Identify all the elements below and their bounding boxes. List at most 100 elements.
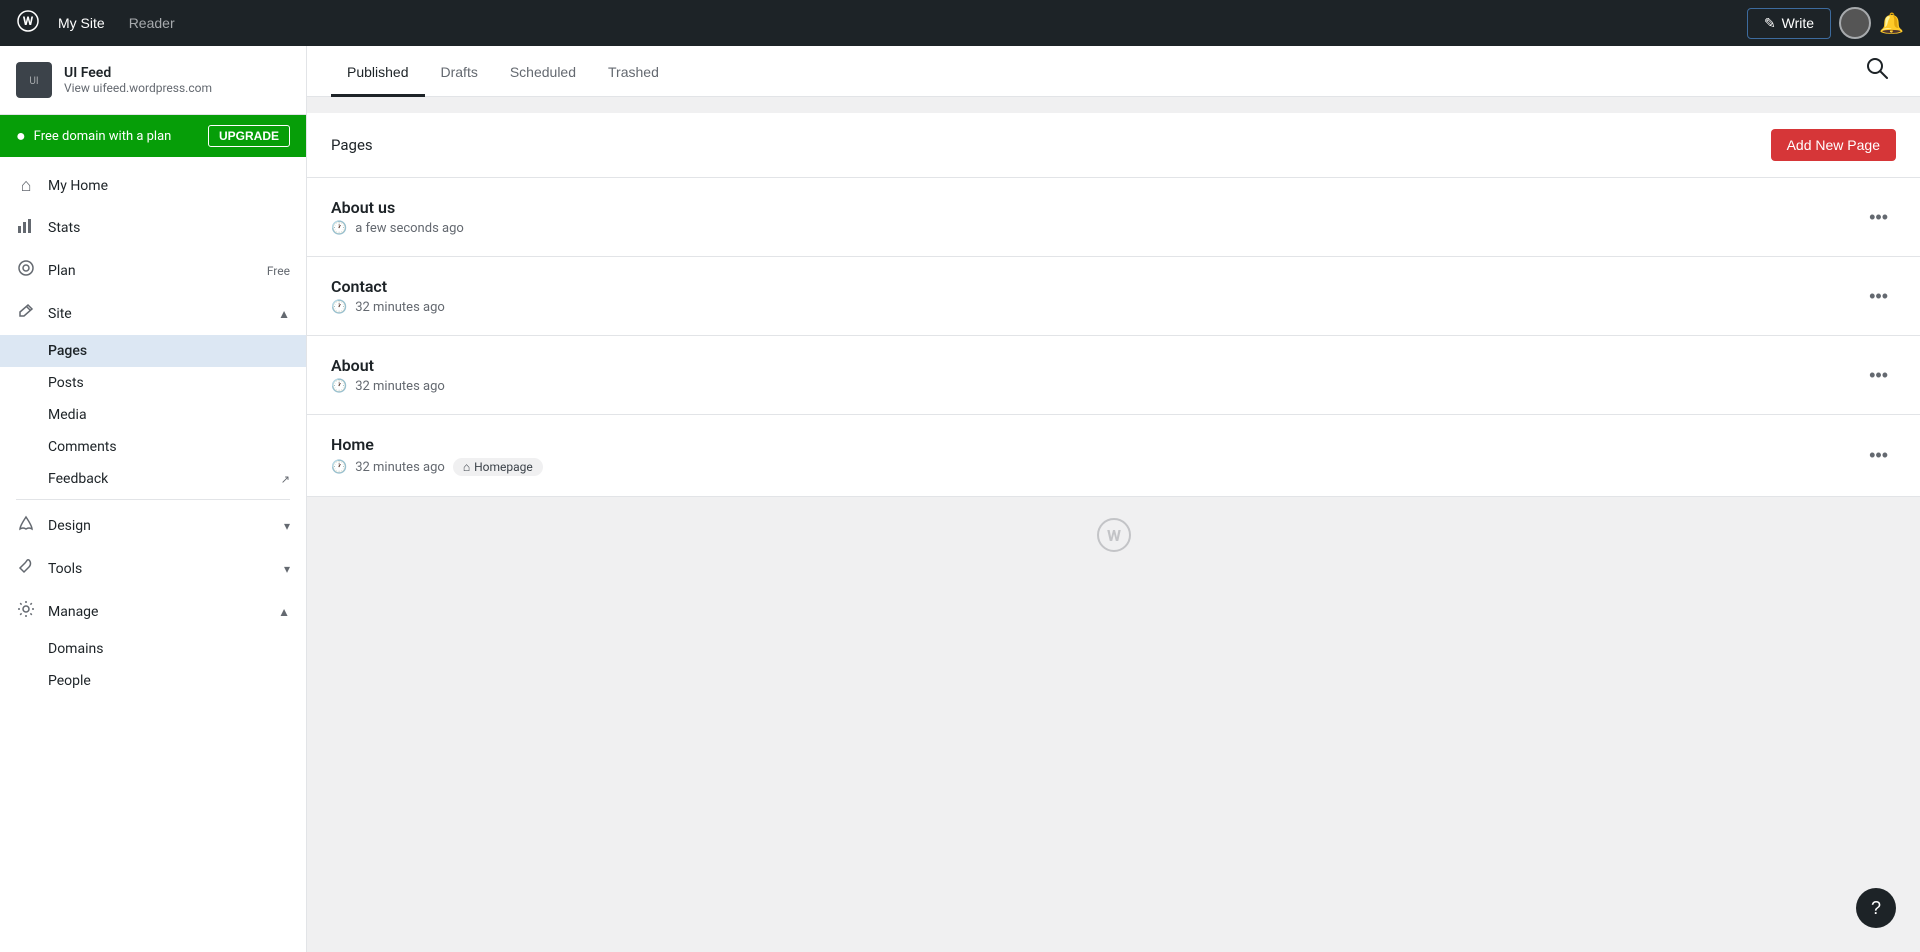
page-info: Contact 🕐 32 minutes ago [331, 277, 445, 315]
manage-chevron-icon: ▲ [278, 605, 290, 619]
external-link-icon: ↗ [281, 473, 290, 486]
sidebar-item-feedback[interactable]: Feedback ↗ [0, 463, 306, 495]
sidebar-item-comments-label: Comments [48, 439, 117, 455]
add-new-page-button[interactable]: Add New Page [1771, 129, 1896, 161]
sidebar-item-tools-label: Tools [48, 561, 272, 577]
table-row: Contact 🕐 32 minutes ago ••• [307, 257, 1920, 336]
page-info: Home 🕐 32 minutes ago ⌂ Homepage [331, 435, 543, 476]
table-row: Home 🕐 32 minutes ago ⌂ Homepage ••• [307, 415, 1920, 497]
site-edit-icon [16, 302, 36, 325]
tab-scheduled[interactable]: Scheduled [494, 46, 592, 97]
page-name: Home [331, 435, 543, 454]
home-icon: ⌂ [16, 175, 36, 196]
plan-icon [16, 259, 36, 282]
sidebar-item-domains[interactable]: Domains [0, 633, 306, 665]
manage-icon [16, 600, 36, 623]
wordpress-logo-icon: W [16, 9, 40, 38]
site-chevron-icon: ▲ [278, 307, 290, 321]
design-icon [16, 514, 36, 537]
sidebar-item-manage-label: Manage [48, 604, 266, 620]
page-time: a few seconds ago [355, 221, 464, 236]
design-chevron-icon: ▾ [284, 519, 290, 533]
page-meta: 🕐 32 minutes ago ⌂ Homepage [331, 458, 543, 476]
notifications-button[interactable]: 🔔 [1879, 11, 1904, 36]
sidebar-item-site[interactable]: Site ▲ [0, 292, 306, 335]
sidebar-item-posts[interactable]: Posts [0, 367, 306, 399]
wordpress-footer-logo: W [1096, 517, 1132, 561]
divider [16, 499, 290, 500]
page-more-button[interactable]: ••• [1861, 203, 1896, 232]
page-time: 32 minutes ago [355, 379, 445, 394]
sidebar-item-stats[interactable]: Stats [0, 206, 306, 249]
svg-text:W: W [23, 14, 34, 28]
reader-nav-btn[interactable]: Reader [119, 11, 185, 35]
sidebar-item-feedback-label: Feedback [48, 471, 108, 487]
upgrade-banner[interactable]: ● Free domain with a plan UPGRADE [0, 115, 306, 157]
help-button[interactable]: ? [1856, 888, 1896, 928]
pages-title: Pages [331, 136, 373, 154]
write-button[interactable]: ✎ Write [1747, 8, 1831, 39]
user-avatar[interactable] [1839, 7, 1871, 39]
page-more-button[interactable]: ••• [1861, 441, 1896, 470]
pages-header: Pages Add New Page [307, 113, 1920, 178]
sidebar-item-plan-badge: Free [267, 264, 290, 278]
sidebar-item-site-label: Site [48, 306, 266, 322]
top-nav-left: W My Site Reader [16, 9, 185, 38]
sidebar-item-my-home[interactable]: ⌂ My Home [0, 165, 306, 206]
page-info: About 🕐 32 minutes ago [331, 356, 445, 394]
sidebar-item-comments[interactable]: Comments [0, 431, 306, 463]
tab-trashed[interactable]: Trashed [592, 46, 675, 97]
tab-published[interactable]: Published [331, 46, 425, 97]
sidebar-item-stats-label: Stats [48, 220, 290, 236]
site-info: UI Feed View uifeed.wordpress.com [64, 65, 212, 95]
top-nav: W My Site Reader ✎ Write 🔔 [0, 0, 1920, 46]
clock-icon: 🕐 [331, 460, 347, 475]
sidebar-item-people[interactable]: People [0, 665, 306, 697]
sidebar-item-tools[interactable]: Tools ▾ [0, 547, 306, 590]
pages-section: Pages Add New Page About us 🕐 a few seco… [307, 113, 1920, 497]
sidebar-item-media[interactable]: Media [0, 399, 306, 431]
sidebar: UI UI Feed View uifeed.wordpress.com ● F… [0, 46, 307, 952]
wp-footer: W [307, 497, 1920, 581]
sidebar-item-plan-label: Plan [48, 263, 255, 279]
sidebar-item-domains-label: Domains [48, 641, 103, 657]
sidebar-item-design[interactable]: Design ▾ [0, 504, 306, 547]
sidebar-item-plan[interactable]: Plan Free [0, 249, 306, 292]
sidebar-item-pages[interactable]: Pages [0, 335, 306, 367]
tab-drafts[interactable]: Drafts [425, 46, 494, 97]
content-area: Published Drafts Scheduled Trashed Pages… [307, 46, 1920, 952]
sidebar-item-media-label: Media [48, 407, 87, 423]
write-label: Write [1782, 15, 1814, 31]
page-name: About [331, 356, 445, 375]
page-more-button[interactable]: ••• [1861, 282, 1896, 311]
sidebar-item-posts-label: Posts [48, 375, 84, 391]
clock-icon: 🕐 [331, 300, 347, 315]
page-more-button[interactable]: ••• [1861, 361, 1896, 390]
search-button[interactable] [1858, 49, 1896, 93]
upgrade-banner-text: Free domain with a plan [34, 129, 200, 144]
top-nav-right: ✎ Write 🔔 [1747, 7, 1904, 39]
homepage-badge-label: Homepage [474, 460, 533, 474]
sidebar-item-people-label: People [48, 673, 91, 689]
svg-text:W: W [1107, 526, 1121, 545]
sidebar-item-pages-label: Pages [48, 343, 87, 359]
upgrade-button[interactable]: UPGRADE [208, 125, 290, 147]
page-time: 32 minutes ago [355, 460, 445, 475]
site-url: View uifeed.wordpress.com [64, 81, 212, 95]
sidebar-item-my-home-label: My Home [48, 178, 290, 194]
sidebar-item-design-label: Design [48, 518, 272, 534]
table-row: About us 🕐 a few seconds ago ••• [307, 178, 1920, 257]
main-layout: UI UI Feed View uifeed.wordpress.com ● F… [0, 46, 1920, 952]
homepage-badge: ⌂ Homepage [453, 458, 543, 476]
page-name: Contact [331, 277, 445, 296]
page-meta: 🕐 32 minutes ago [331, 379, 445, 394]
sidebar-nav: ⌂ My Home Stats Plan Free Site [0, 157, 306, 952]
page-time: 32 minutes ago [355, 300, 445, 315]
my-site-nav-btn[interactable]: My Site [48, 11, 115, 35]
tools-chevron-icon: ▾ [284, 562, 290, 576]
clock-icon: 🕐 [331, 221, 347, 236]
sidebar-item-manage[interactable]: Manage ▲ [0, 590, 306, 633]
write-icon: ✎ [1764, 15, 1776, 32]
page-info: About us 🕐 a few seconds ago [331, 198, 464, 236]
clock-icon: 🕐 [331, 379, 347, 394]
